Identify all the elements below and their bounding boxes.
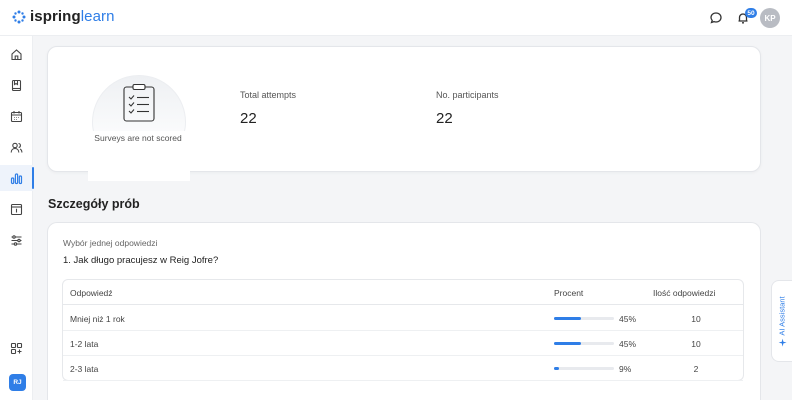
top-bar: ispringlearn 50 KP (0, 0, 792, 36)
sidebar-item-add-apps[interactable] (0, 335, 33, 361)
table-row: 2-3 lata 9% 2 (63, 356, 743, 381)
percent-bar-fill (554, 342, 581, 345)
answer-cell: 1-2 lata (70, 338, 99, 349)
percent-bar (554, 367, 614, 370)
answer-cell: 2-3 lata (70, 363, 99, 374)
total-attempts-value: 22 (240, 110, 257, 127)
logo-text: ispringlearn (30, 8, 115, 25)
participants-label: No. participants (436, 90, 499, 100)
table-row: Mniej niż 1 rok 45% 10 (63, 306, 743, 331)
user-avatar[interactable]: KP (760, 8, 780, 28)
info-card-icon (10, 203, 23, 215)
home-icon (11, 48, 22, 60)
percent-bar (554, 342, 614, 345)
answer-cell: Mniej niż 1 rok (70, 313, 125, 324)
column-header-count[interactable]: Ilość odpowiedzi (653, 280, 715, 305)
sparkle-icon (778, 338, 786, 347)
total-attempts-label: Total attempts (240, 90, 297, 100)
count-cell: 10 (691, 313, 701, 324)
question-text: 1. Jak długo pracujesz w Reig Jofre? (63, 255, 219, 266)
ai-assistant-label: AI Assistant (777, 295, 787, 336)
question-card: Wybór jednej odpowiedzi 1. Jak długo pra… (47, 222, 761, 400)
chat-icon[interactable] (707, 9, 725, 27)
book-icon (11, 79, 22, 91)
column-header-percent[interactable]: Procent (554, 280, 583, 305)
summary-card: Surveys are not scored Total attempts 22… (47, 46, 761, 181)
percent-cell: 9% (619, 363, 632, 374)
ai-assistant-tab[interactable]: AI Assistant (771, 280, 792, 362)
sidebar-item-calendar[interactable] (0, 103, 33, 129)
count-cell: 10 (691, 338, 701, 349)
not-scored-label: Surveys are not scored (94, 133, 182, 143)
table-row: 1-2 lata 45% 10 (63, 331, 743, 356)
users-icon (10, 142, 23, 153)
percent-bar-fill (554, 317, 581, 320)
column-header-answer[interactable]: Odpowiedź (70, 280, 113, 305)
percent-bar (554, 317, 614, 320)
percent-bar-fill (554, 367, 560, 370)
percent-cell: 45% (619, 313, 637, 324)
reports-icon (10, 172, 23, 184)
logo[interactable]: ispringlearn (12, 8, 115, 25)
sidebar-item-courses[interactable] (0, 72, 33, 98)
answers-table: Odpowiedź Procent Ilość odpowiedzi Mniej… (62, 279, 744, 381)
sidebar: RJ (0, 36, 34, 400)
add-apps-icon (10, 342, 23, 354)
section-title: Szczegóły prób (48, 197, 140, 211)
participants-value: 22 (436, 110, 453, 127)
clipboard-icon (123, 83, 155, 122)
question-type: Wybór jednej odpowiedzi (63, 238, 158, 248)
user-avatar-sidebar[interactable]: RJ (9, 374, 26, 391)
notification-count-badge: 50 (745, 8, 757, 18)
settings-sliders-icon (11, 234, 22, 246)
sidebar-item-info[interactable] (0, 196, 33, 222)
sidebar-item-settings[interactable] (0, 227, 33, 253)
calendar-icon (10, 110, 23, 122)
not-scored-badge (88, 75, 190, 181)
table-header: Odpowiedź Procent Ilość odpowiedzi (63, 280, 743, 305)
sidebar-item-reports[interactable] (0, 165, 34, 191)
sidebar-item-users[interactable] (0, 134, 33, 160)
count-cell: 2 (693, 363, 699, 374)
percent-cell: 45% (619, 338, 637, 349)
ispring-logo-icon (12, 10, 26, 23)
sidebar-item-home[interactable] (0, 41, 33, 67)
